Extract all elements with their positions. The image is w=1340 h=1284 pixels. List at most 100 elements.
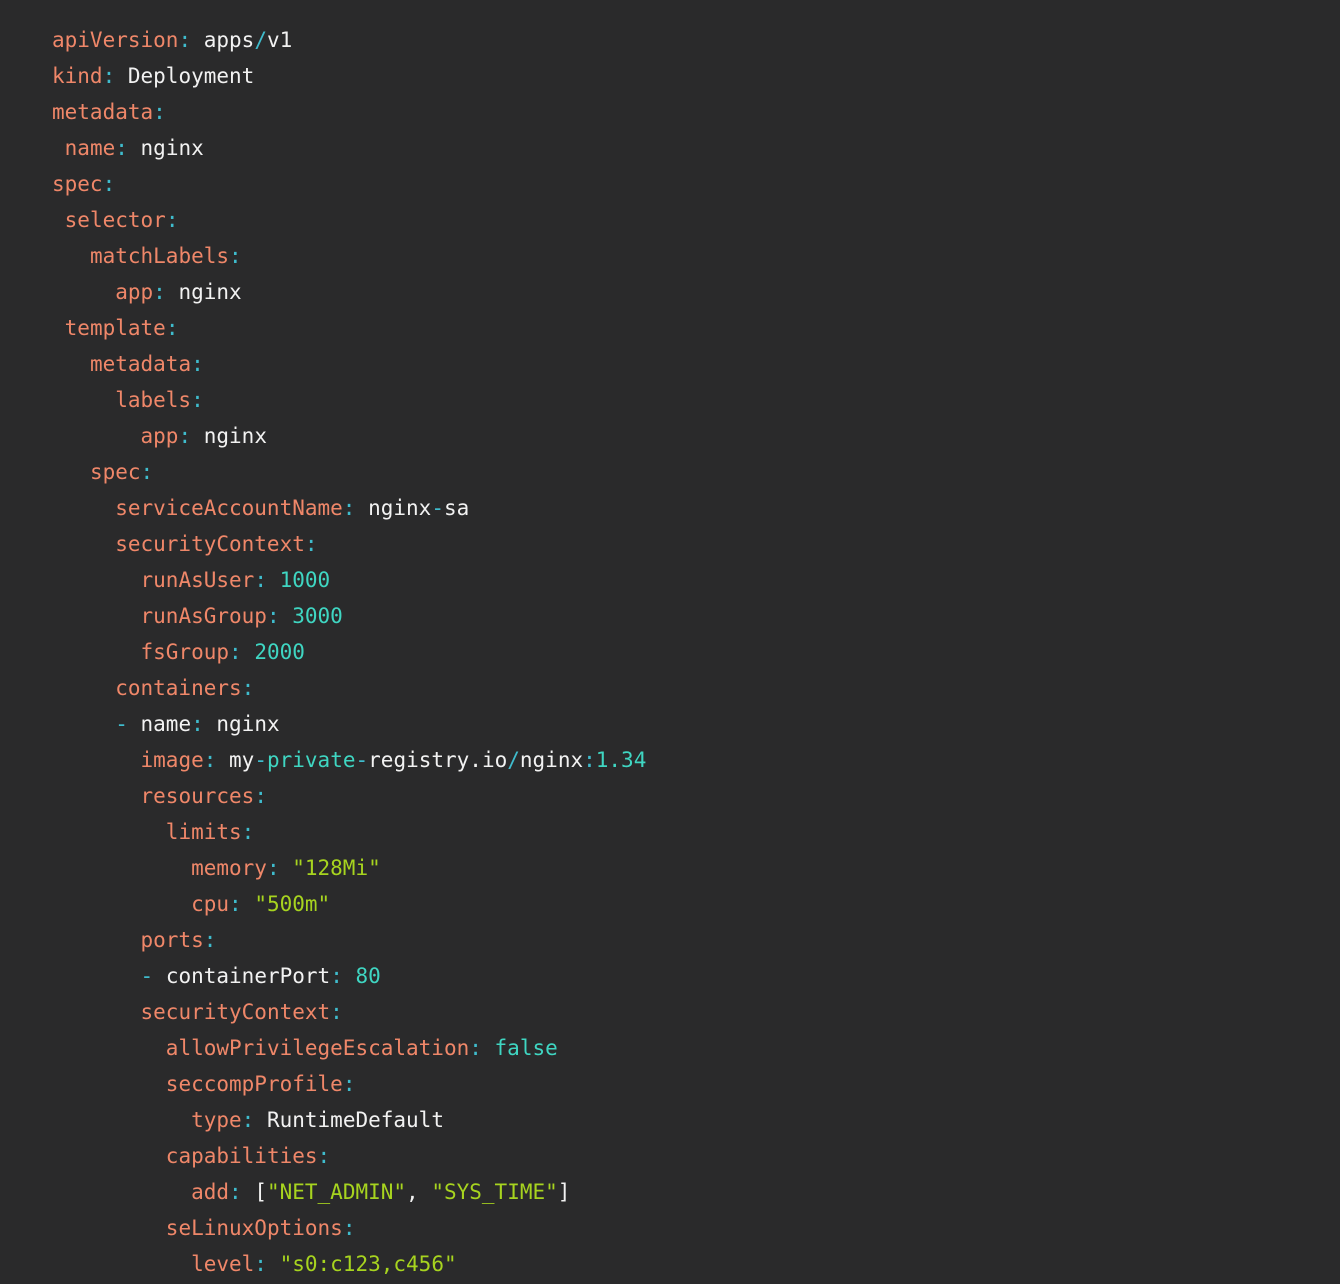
code-line: - containerPort: 80	[52, 958, 1320, 994]
code-token: private	[267, 748, 356, 772]
code-token: fsGroup	[141, 640, 230, 664]
code-line: ports:	[52, 922, 1320, 958]
code-line: runAsGroup: 3000	[52, 598, 1320, 634]
code-token: 80	[343, 964, 381, 988]
code-line: metadata:	[52, 346, 1320, 382]
code-line: securityContext:	[52, 526, 1320, 562]
code-token: nginx	[355, 496, 431, 520]
code-token: name	[141, 712, 192, 736]
code-line: name: nginx	[52, 130, 1320, 166]
code-token: "SYS_TIME"	[431, 1180, 557, 1204]
code-token: apiVersion	[52, 28, 178, 52]
code-token: registry.io	[368, 748, 507, 772]
code-line: limits:	[52, 814, 1320, 850]
code-token: kind	[52, 64, 103, 88]
code-line: cpu: "500m"	[52, 886, 1320, 922]
code-token: allowPrivilegeEscalation	[166, 1036, 469, 1060]
code-line: spec:	[52, 454, 1320, 490]
code-token: :	[141, 460, 154, 484]
code-token: :	[229, 640, 242, 664]
code-token: :	[267, 604, 280, 628]
code-line: allowPrivilegeEscalation: false	[52, 1030, 1320, 1066]
code-token: "500m"	[242, 892, 331, 916]
code-token: ]	[558, 1180, 571, 1204]
code-line: serviceAccountName: nginx-sa	[52, 490, 1320, 526]
code-token: [	[242, 1180, 267, 1204]
code-token: metadata	[90, 352, 191, 376]
code-token: metadata	[52, 100, 153, 124]
code-token: :	[178, 28, 191, 52]
code-line: app: nginx	[52, 274, 1320, 310]
code-token: 1.34	[596, 748, 647, 772]
code-token: name	[65, 136, 116, 160]
code-token: securityContext	[115, 532, 305, 556]
code-token: "128Mi"	[280, 856, 381, 880]
code-token: selector	[65, 208, 166, 232]
code-token: Deployment	[115, 64, 254, 88]
code-token: -	[431, 496, 444, 520]
code-token: containers	[115, 676, 241, 700]
code-line: type: RuntimeDefault	[52, 1102, 1320, 1138]
code-line: - name: nginx	[52, 706, 1320, 742]
code-token: nginx	[166, 280, 242, 304]
yaml-code: apiVersion: apps/v1kind: Deploymentmetad…	[52, 22, 1320, 1282]
code-token: -	[141, 964, 166, 988]
code-line: template:	[52, 310, 1320, 346]
code-token: apps	[191, 28, 254, 52]
code-token: :	[242, 1108, 255, 1132]
code-token: :	[178, 424, 191, 448]
code-token: labels	[115, 388, 191, 412]
code-token: level	[191, 1252, 254, 1276]
code-token: :	[318, 1144, 331, 1168]
code-token: cpu	[191, 892, 229, 916]
code-line: seccompProfile:	[52, 1066, 1320, 1102]
code-token: :	[204, 928, 217, 952]
code-token: :	[103, 172, 116, 196]
code-token: app	[115, 280, 153, 304]
code-token: :	[229, 892, 242, 916]
code-line: metadata:	[52, 94, 1320, 130]
code-token: sa	[444, 496, 469, 520]
code-token: :	[103, 64, 116, 88]
code-line: app: nginx	[52, 418, 1320, 454]
code-token: :	[583, 748, 596, 772]
code-token: false	[482, 1036, 558, 1060]
code-line: seLinuxOptions:	[52, 1210, 1320, 1246]
code-token: 2000	[242, 640, 305, 664]
code-line: fsGroup: 2000	[52, 634, 1320, 670]
code-token: add	[191, 1180, 229, 1204]
code-token: nginx	[128, 136, 204, 160]
code-token: :	[469, 1036, 482, 1060]
code-token: matchLabels	[90, 244, 229, 268]
code-token: ports	[141, 928, 204, 952]
code-token: -	[115, 712, 140, 736]
code-token: spec	[52, 172, 103, 196]
code-token: :	[330, 964, 343, 988]
code-token: containerPort	[166, 964, 330, 988]
code-line: add: ["NET_ADMIN", "SYS_TIME"]	[52, 1174, 1320, 1210]
code-token: :	[115, 136, 128, 160]
code-token: :	[191, 712, 204, 736]
code-line: capabilities:	[52, 1138, 1320, 1174]
code-snippet-background: apiVersion: apps/v1kind: Deploymentmetad…	[0, 0, 1340, 1284]
code-token: :	[305, 532, 318, 556]
code-line: spec:	[52, 166, 1320, 202]
code-token: RuntimeDefault	[254, 1108, 444, 1132]
code-token: 1000	[267, 568, 330, 592]
code-token: nginx	[191, 424, 267, 448]
code-token: "s0:c123,c456"	[267, 1252, 457, 1276]
code-token: :	[343, 1072, 356, 1096]
code-token: :	[242, 676, 255, 700]
code-line: image: my-private-registry.io/nginx:1.34	[52, 742, 1320, 778]
code-token: securityContext	[141, 1000, 331, 1024]
code-token: 3000	[280, 604, 343, 628]
code-token: :	[330, 1000, 343, 1024]
code-token: :	[204, 748, 217, 772]
code-token: ,	[406, 1180, 431, 1204]
code-token: runAsGroup	[141, 604, 267, 628]
code-token: :	[191, 388, 204, 412]
code-token: my	[216, 748, 254, 772]
code-token: :	[242, 820, 255, 844]
code-token: :	[229, 1180, 242, 1204]
code-token: :	[153, 100, 166, 124]
